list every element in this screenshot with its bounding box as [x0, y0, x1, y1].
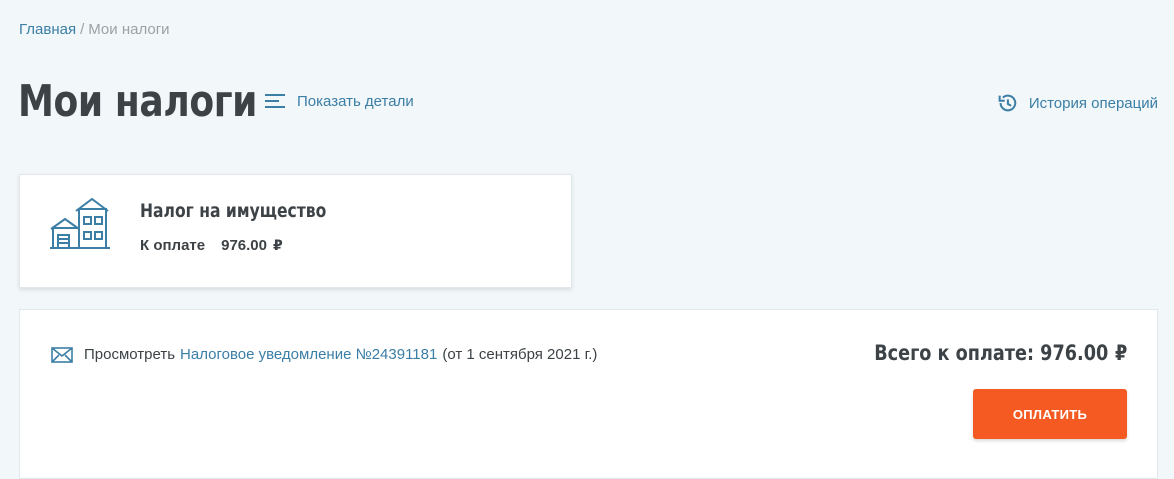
list-details-icon	[265, 94, 285, 108]
history-label: История операций	[1028, 94, 1158, 112]
history-link[interactable]: История операций	[996, 92, 1158, 114]
payment-summary-panel: Просмотреть Налоговое уведомление №24391…	[19, 309, 1158, 479]
tax-title: Налог на имущество	[140, 200, 327, 222]
total-amount: 976.00	[1039, 341, 1108, 365]
house-icon	[50, 197, 110, 249]
page-title: Мои налоги	[18, 76, 258, 127]
show-details-label: Показать детали	[297, 92, 414, 110]
total-label: Всего к оплате:	[873, 341, 1034, 365]
tax-due-amount: 976.00	[221, 237, 267, 254]
tax-notice-row: Просмотреть Налоговое уведомление №24391…	[51, 346, 597, 363]
total-due: Всего к оплате: 976.00 ₽	[874, 341, 1127, 365]
breadcrumb-separator: /	[80, 21, 85, 38]
envelope-icon	[51, 346, 73, 363]
breadcrumb: Главная / Мои налоги	[19, 21, 170, 39]
breadcrumb-current: Мои налоги	[88, 21, 170, 38]
tax-currency: ₽	[273, 238, 283, 254]
notice-date: (от 1 сентября 2021 г.)	[442, 346, 598, 363]
history-icon	[998, 94, 1017, 112]
show-details-link[interactable]: Показать детали	[264, 92, 414, 110]
pay-button[interactable]: ОПЛАТИТЬ	[973, 389, 1127, 439]
breadcrumb-home-link[interactable]: Главная	[19, 21, 76, 38]
total-currency: ₽	[1114, 341, 1127, 365]
tax-notice-link[interactable]: Налоговое уведомление №24391181	[180, 346, 437, 363]
property-tax-card[interactable]: Налог на имущество К оплате 976.00 ₽	[19, 174, 572, 288]
tax-due-row: К оплате 976.00 ₽	[140, 237, 283, 254]
notice-view-text: Просмотреть	[84, 346, 176, 363]
tax-due-label: К оплате	[140, 237, 206, 254]
